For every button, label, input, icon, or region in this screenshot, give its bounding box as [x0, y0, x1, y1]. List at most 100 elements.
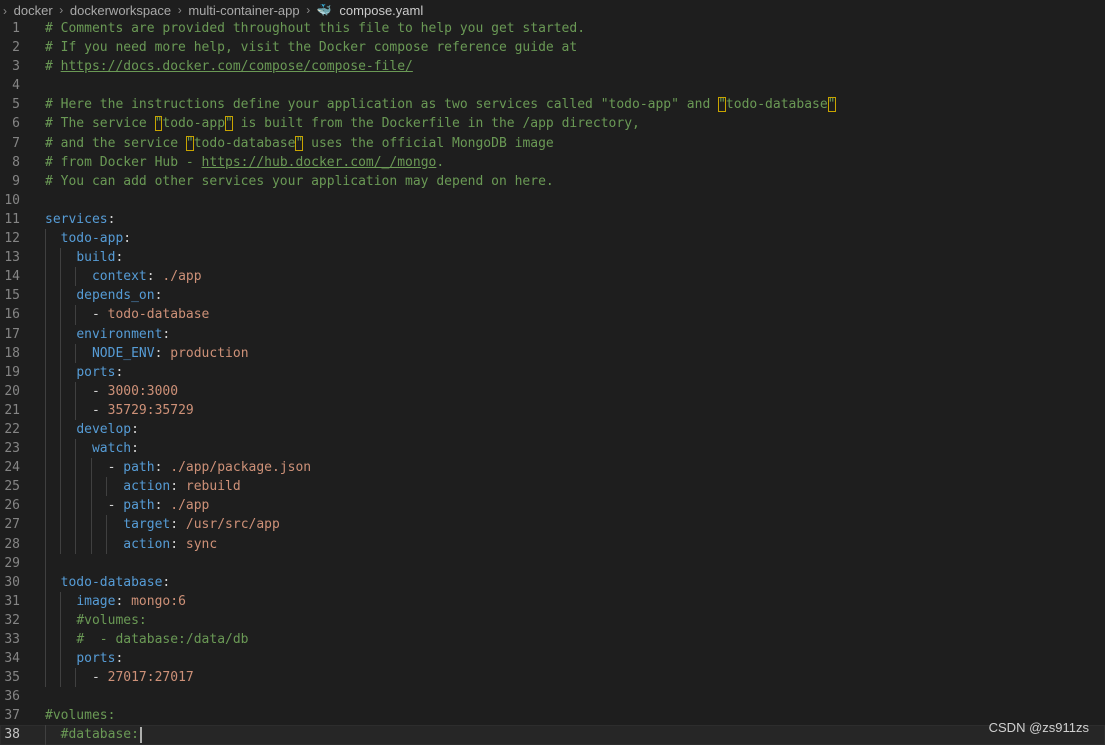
- code-text: # from Docker Hub - https://hub.docker.c…: [45, 153, 444, 172]
- code-token: path: [123, 460, 155, 476]
- code-line[interactable]: 16 - todo-database: [0, 305, 1105, 325]
- code-line[interactable]: 23 watch:: [0, 439, 1105, 459]
- code-token: is built from the Dockerfile in the /app…: [232, 116, 640, 132]
- code-line[interactable]: 32 #volumes:: [0, 610, 1105, 630]
- code-token: mongo:6: [131, 593, 186, 609]
- code-line[interactable]: 26 - path: ./app: [0, 496, 1105, 516]
- code-line[interactable]: 38 #database:: [0, 725, 1105, 745]
- code-line[interactable]: 31 image: mongo:6: [0, 591, 1105, 611]
- chevron-right-icon: ›: [59, 3, 64, 18]
- line-number: 37: [4, 708, 20, 724]
- code-line[interactable]: 28 action: sync: [0, 534, 1105, 554]
- code-text: # If you need more help, visit the Docke…: [45, 38, 577, 57]
- code-token: :: [170, 479, 186, 495]
- code-line[interactable]: 4: [0, 76, 1105, 95]
- code-token: -: [45, 402, 108, 418]
- code-text: #database:: [45, 725, 142, 744]
- code-line[interactable]: 3 # https://docs.docker.com/compose/compo…: [0, 57, 1105, 76]
- code-token: :: [123, 231, 132, 247]
- line-number: 14: [4, 269, 20, 285]
- code-line[interactable]: 8 # from Docker Hub - https://hub.docker.…: [0, 153, 1105, 172]
- code-token: #database:: [60, 727, 139, 743]
- code-text: # You can add other services your applic…: [45, 172, 554, 191]
- code-line[interactable]: 22 develop:: [0, 419, 1105, 440]
- code-line[interactable]: 21 - 35729:35729: [0, 400, 1105, 420]
- code-line[interactable]: 5 # Here the instructions define your app…: [0, 95, 1105, 114]
- code-line[interactable]: 1 # Comments are provided throughout this…: [0, 19, 1105, 38]
- line-number: 38: [4, 727, 20, 743]
- breadcrumb-item-docker[interactable]: docker: [14, 3, 53, 18]
- line-number: 20: [4, 383, 20, 399]
- line-number: 21: [4, 402, 20, 418]
- code-line[interactable]: 2 # If you need more help, visit the Dock…: [0, 38, 1105, 57]
- code-token: 3000:3000: [107, 383, 179, 399]
- code-token: /usr/src/app: [185, 517, 280, 533]
- breadcrumb-item-dockerworkspace[interactable]: dockerworkspace: [70, 3, 171, 18]
- line-number: 35: [4, 670, 20, 686]
- line-number: 36: [4, 689, 20, 705]
- code-line[interactable]: 27 target: /usr/src/app: [0, 515, 1105, 535]
- line-number: 6: [12, 116, 20, 132]
- code-text: # Here the instructions define your appl…: [45, 95, 836, 114]
- line-number: 26: [4, 498, 20, 514]
- code-text: image: mongo:6: [45, 592, 186, 611]
- code-line[interactable]: 24 - path: ./app/package.json: [0, 458, 1105, 478]
- code-line[interactable]: 37 #volumes:: [0, 706, 1105, 725]
- code-line[interactable]: 15 depends_on:: [0, 286, 1105, 306]
- code-line[interactable]: 6 # The service "todo-app" is built from …: [0, 114, 1105, 133]
- code-line[interactable]: 25 action: rebuild: [0, 477, 1105, 497]
- line-number: 24: [4, 460, 20, 476]
- code-token: .: [436, 154, 445, 170]
- code-line[interactable]: 34 ports:: [0, 649, 1105, 669]
- code-line[interactable]: 29: [0, 553, 1105, 573]
- code-line[interactable]: 20 - 3000:3000: [0, 381, 1105, 401]
- line-number: 13: [4, 250, 20, 266]
- indent-guide: [45, 553, 46, 573]
- line-number: 12: [4, 231, 20, 247]
- code-line[interactable]: 11 services:: [0, 210, 1105, 229]
- code-token: #volumes:: [76, 612, 147, 628]
- code-line[interactable]: 7 # and the service "todo-database" uses …: [0, 134, 1105, 153]
- code-token: :: [162, 574, 171, 590]
- code-editor[interactable]: 1 # Comments are provided throughout this…: [0, 19, 1105, 745]
- code-token: -: [45, 498, 124, 514]
- code-line[interactable]: 19 ports:: [0, 362, 1105, 382]
- code-token: ports: [76, 364, 116, 380]
- code-text: ports:: [45, 363, 123, 382]
- code-line[interactable]: 33 # - database:/data/db: [0, 630, 1105, 650]
- code-token: :: [115, 364, 124, 380]
- code-text: # Comments are provided throughout this …: [45, 19, 585, 38]
- code-line[interactable]: 36: [0, 687, 1105, 706]
- line-number: 29: [4, 555, 20, 571]
- code-line[interactable]: 14 context: ./app: [0, 267, 1105, 287]
- code-line[interactable]: 17 environment:: [0, 324, 1105, 344]
- code-line[interactable]: 12 todo-app:: [0, 229, 1105, 249]
- line-number: 23: [4, 441, 20, 457]
- code-line[interactable]: 13 build:: [0, 248, 1105, 268]
- code-token: :: [107, 211, 116, 227]
- code-token: # If you need more help, visit the Docke…: [45, 40, 578, 56]
- code-text: build:: [45, 248, 123, 267]
- breadcrumb-item-file[interactable]: compose.yaml: [339, 3, 423, 18]
- code-token: ports: [76, 651, 116, 667]
- code-line[interactable]: 18 NODE_ENV: production: [0, 343, 1105, 363]
- code-token: :: [154, 345, 171, 361]
- breadcrumb-item-multi-container-app[interactable]: multi-container-app: [188, 3, 299, 18]
- line-number: 8: [12, 154, 20, 170]
- code-text: - path: ./app: [45, 496, 210, 515]
- code-line[interactable]: 10: [0, 191, 1105, 210]
- code-token: sync: [185, 536, 218, 552]
- line-number: 17: [4, 326, 20, 342]
- code-line[interactable]: 35 - 27017:27017: [0, 668, 1105, 688]
- code-line[interactable]: 30 todo-database:: [0, 572, 1105, 592]
- code-token: :: [131, 441, 139, 457]
- code-line[interactable]: 9 # You can add other services your appli…: [0, 172, 1105, 191]
- code-token: todo-database: [193, 135, 296, 151]
- code-token: depends_on: [76, 288, 155, 304]
